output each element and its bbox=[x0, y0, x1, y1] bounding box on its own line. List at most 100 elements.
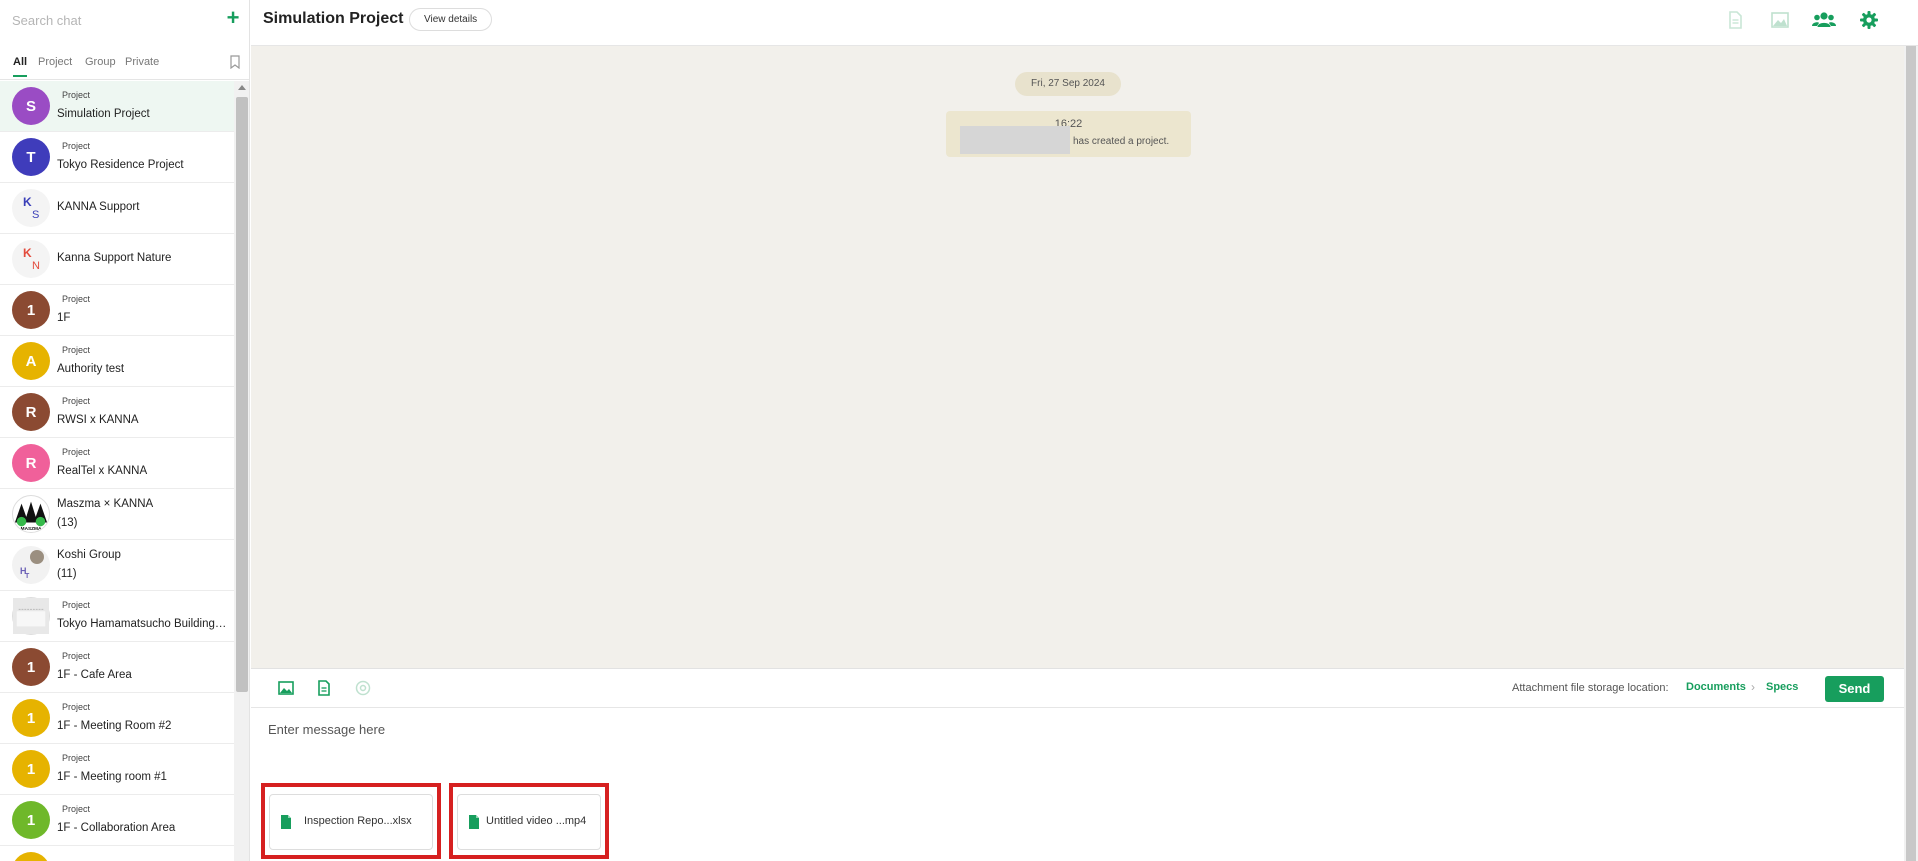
chat-header: Simulation Project View details bbox=[251, 0, 1918, 46]
storage-path-documents[interactable]: Documents bbox=[1686, 681, 1746, 693]
chat-item-1f-collaboration-area[interactable]: 1 Project 1F - Collaboration Area bbox=[0, 795, 234, 846]
maszma-logo-graphic: MASZMA bbox=[14, 501, 48, 532]
chat-tag: Project bbox=[62, 651, 91, 661]
avatar: K N bbox=[12, 240, 50, 278]
chat-item-partial[interactable] bbox=[0, 846, 234, 861]
chat-sidebar: + All Project Group Private S Project Si… bbox=[0, 0, 250, 861]
chat-name: 1F - Cafe Area bbox=[57, 669, 132, 681]
tab-group[interactable]: Group bbox=[85, 56, 116, 68]
avatar: A bbox=[12, 342, 50, 380]
file-icon bbox=[469, 815, 479, 829]
redacted-name-block bbox=[960, 126, 1070, 154]
chat-item-1f[interactable]: 1 Project 1F bbox=[0, 285, 234, 336]
chat-item-realtel-kanna[interactable]: R Project RealTel x KANNA bbox=[0, 438, 234, 489]
avatar: S bbox=[12, 87, 50, 125]
send-button[interactable]: Send bbox=[1825, 676, 1884, 702]
attachment-name: Inspection Repo...xlsx bbox=[304, 815, 412, 827]
avatar-letter: K bbox=[23, 246, 32, 260]
system-message: 16:22 has created a project. bbox=[946, 111, 1191, 157]
composer-toolbar: Attachment file storage location: Docume… bbox=[251, 668, 1904, 708]
plus-icon[interactable]: + bbox=[222, 7, 244, 30]
tab-private[interactable]: Private bbox=[125, 56, 159, 68]
chat-item-kanna-support-nature[interactable]: K N Kanna Support Nature bbox=[0, 234, 234, 285]
chat-tag: Project bbox=[62, 396, 91, 406]
document-icon[interactable] bbox=[1724, 9, 1746, 31]
chat-item-maszma-kanna[interactable]: MASZMA Maszma × KANNA (13) bbox=[0, 489, 234, 540]
attach-image-icon[interactable] bbox=[277, 679, 295, 697]
tab-all[interactable]: All bbox=[13, 56, 28, 77]
chat-item-tokyo-hamamatsucho[interactable]: Project Tokyo Hamamatsucho Building ... bbox=[0, 591, 234, 642]
chat-tag: Project bbox=[62, 447, 91, 457]
maszma-logo-caption: MASZMA bbox=[21, 526, 42, 532]
scroll-up-arrow-icon[interactable] bbox=[238, 85, 246, 90]
chat-name: RWSI x KANNA bbox=[57, 414, 139, 426]
message-input[interactable] bbox=[268, 722, 1868, 762]
chat-item-kanna-support[interactable]: K S KANNA Support bbox=[0, 183, 234, 234]
chat-name: Tokyo Residence Project bbox=[57, 159, 184, 171]
mention-icon[interactable] bbox=[354, 679, 372, 697]
chat-item-koshi-group[interactable]: H T Koshi Group (11) bbox=[0, 540, 234, 591]
photo-avatar-icon bbox=[30, 550, 44, 564]
chat-item-tokyo-residence[interactable]: T Project Tokyo Residence Project bbox=[0, 132, 234, 183]
avatar: 1 bbox=[12, 291, 50, 329]
chat-tag: Project bbox=[62, 141, 91, 151]
avatar: T bbox=[12, 138, 50, 176]
chat-name: RealTel x KANNA bbox=[57, 465, 148, 477]
sidebar-scrollbar[interactable] bbox=[234, 81, 249, 861]
chevron-right-icon: › bbox=[1751, 680, 1755, 694]
chat-tag: Project bbox=[62, 753, 91, 763]
unread-count: (11) bbox=[57, 568, 77, 580]
chat-item-authority-test[interactable]: A Project Authority test bbox=[0, 336, 234, 387]
message-area: Fri, 27 Sep 2024 16:22 has created a pro… bbox=[251, 46, 1918, 668]
chat-tag: Project bbox=[62, 804, 91, 814]
chat-name: Authority test bbox=[57, 363, 125, 375]
storage-location-label: Attachment file storage location: bbox=[1512, 682, 1669, 694]
avatar-letter: T bbox=[25, 573, 30, 580]
chat-tag: Project bbox=[62, 702, 91, 712]
avatar bbox=[12, 852, 50, 861]
image-icon[interactable] bbox=[1769, 9, 1791, 31]
settings-icon[interactable] bbox=[1858, 9, 1880, 31]
chat-name: Maszma × KANNA bbox=[57, 498, 154, 510]
filter-tabs: All Project Group Private bbox=[0, 50, 249, 80]
chat-tag: Project bbox=[62, 90, 91, 100]
chat-tag: Project bbox=[62, 294, 91, 304]
avatar: 1 bbox=[12, 699, 50, 737]
unread-count: (13) bbox=[57, 517, 78, 529]
sidebar-scroll-thumb[interactable] bbox=[236, 97, 248, 692]
chat-tag: Project bbox=[62, 600, 91, 610]
attachment-card-xlsx[interactable]: Inspection Repo...xlsx bbox=[269, 794, 433, 850]
chat-name: 1F - Meeting room #1 bbox=[57, 771, 167, 783]
chat-name: 1F - Collaboration Area bbox=[57, 822, 176, 834]
maszma-logo-icon: MASZMA bbox=[12, 495, 50, 533]
chat-name: Koshi Group bbox=[57, 549, 121, 561]
avatar-letter: K bbox=[23, 195, 32, 209]
avatar: K S bbox=[12, 189, 50, 227]
chat-item-rwsi-kanna[interactable]: R Project RWSI x KANNA bbox=[0, 387, 234, 438]
chat-name: 1F - Meeting Room #2 bbox=[57, 720, 172, 732]
chat-item-1f-meeting-room-2[interactable]: 1 Project 1F - Meeting Room #2 bbox=[0, 693, 234, 744]
system-message-text: has created a project. bbox=[1073, 136, 1170, 147]
page-scroll-thumb[interactable] bbox=[1906, 46, 1916, 861]
attachment-name: Untitled video ...mp4 bbox=[486, 815, 587, 827]
members-icon[interactable] bbox=[1811, 9, 1837, 31]
avatar: R bbox=[12, 444, 50, 482]
chat-item-1f-cafe-area[interactable]: 1 Project 1F - Cafe Area bbox=[0, 642, 234, 693]
storage-path-specs[interactable]: Specs bbox=[1766, 681, 1798, 693]
chat-item-1f-meeting-room-1[interactable]: 1 Project 1F - Meeting room #1 bbox=[0, 744, 234, 795]
tab-project[interactable]: Project bbox=[38, 56, 72, 68]
search-input[interactable] bbox=[12, 9, 212, 31]
attachment-card-mp4[interactable]: Untitled video ...mp4 bbox=[457, 794, 601, 850]
chat-list: S Project Simulation Project T Project T… bbox=[0, 81, 234, 861]
avatar-letter: S bbox=[32, 209, 40, 221]
attach-file-icon[interactable] bbox=[315, 679, 333, 697]
file-icon bbox=[281, 815, 291, 829]
page-scrollbar[interactable] bbox=[1904, 46, 1918, 861]
chat-item-simulation-project[interactable]: S Project Simulation Project bbox=[0, 81, 234, 132]
building-photo-graphic bbox=[13, 598, 49, 634]
bookmark-icon[interactable] bbox=[229, 55, 241, 69]
view-details-button[interactable]: View details bbox=[409, 8, 493, 31]
avatar: 1 bbox=[12, 648, 50, 686]
page-title: Simulation Project bbox=[263, 10, 404, 27]
building-photo-icon bbox=[12, 597, 50, 635]
